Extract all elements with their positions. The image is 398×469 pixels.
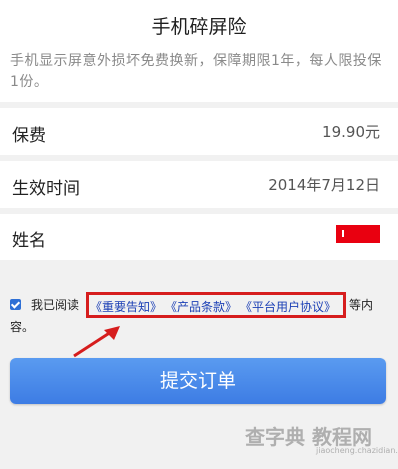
link-user-agreement[interactable]: 《平台用户协议》 (240, 298, 336, 315)
link-product-terms[interactable]: 《产品条款》 (165, 298, 237, 315)
agree-suffix-cont: 容。 (10, 320, 35, 334)
highlight-box: 《重要告知》 《产品条款》 《平台用户协议》 (86, 292, 346, 318)
product-description: 手机显示屏意外损坏免费换新，保障期限1年，每人限投保1份。 (10, 53, 382, 90)
submit-order-button[interactable]: 提交订单 (10, 358, 386, 404)
page-title: 手机碎屏险 (151, 16, 247, 38)
link-important-notice[interactable]: 《重要告知》 (90, 298, 162, 315)
product-card: 手机碎屏险 手机显示屏意外损坏免费换新，保障期限1年，每人限投保1份。 (0, 0, 398, 102)
watermark-url: jiaocheng.chazidian.com (316, 446, 398, 455)
premium-label: 保费 (12, 126, 46, 146)
agree-checkbox[interactable] (10, 299, 21, 310)
pointer-arrow-icon (73, 326, 120, 358)
premium-value: 19.90元 (322, 123, 380, 141)
premium-row: 保费 19.90元 (0, 108, 398, 155)
effective-date-value: 2014年7月12日 (268, 176, 380, 194)
effective-date-row: 生效时间 2014年7月12日 (0, 161, 398, 208)
name-redaction (336, 225, 380, 243)
name-label: 姓名 (12, 231, 46, 251)
agree-prefix: 我已阅读 (31, 298, 80, 312)
effective-date-label: 生效时间 (12, 179, 80, 199)
agree-suffix: 等内 (349, 298, 374, 312)
